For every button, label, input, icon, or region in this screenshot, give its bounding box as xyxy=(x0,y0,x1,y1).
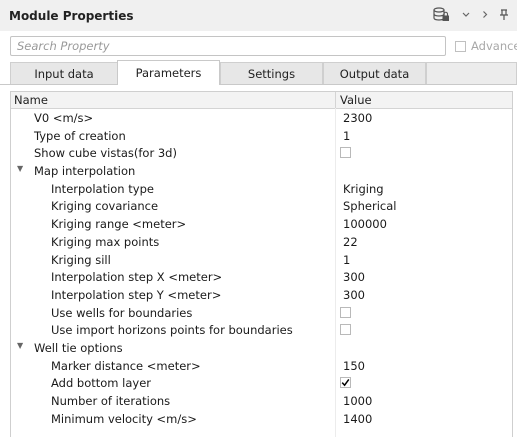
property-value[interactable]: 2300 xyxy=(343,111,372,125)
property-name: Number of iterations xyxy=(51,394,171,408)
property-rows: V0 <m/s> 2300 Type of creation 1 Show cube v… xyxy=(11,109,512,427)
property-row[interactable]: Show cube vistas(for 3d) xyxy=(11,144,512,162)
property-value[interactable]: 1 xyxy=(343,253,350,267)
property-value[interactable]: 1000 xyxy=(343,394,372,408)
property-value[interactable]: 22 xyxy=(343,235,358,249)
property-row[interactable]: Interpolation type Kriging xyxy=(11,180,512,198)
property-name: Kriging max points xyxy=(51,234,160,249)
property-name: Kriging covariance xyxy=(51,199,159,214)
property-row[interactable]: Type of creation 1 xyxy=(11,127,512,145)
property-row[interactable]: Use wells for boundaries xyxy=(11,304,512,322)
column-header-name[interactable]: Name xyxy=(14,93,48,107)
tab-label: Settings xyxy=(247,66,296,81)
column-header-value[interactable]: Value xyxy=(340,93,372,107)
property-row[interactable]: Kriging max points 22 xyxy=(11,233,512,251)
checkmark-icon xyxy=(341,379,350,387)
property-name: Minimum velocity <m/s> xyxy=(51,411,197,426)
property-name: Interpolation step Y <meter> xyxy=(51,287,222,302)
property-value[interactable]: Kriging xyxy=(343,182,384,196)
tab-label: Input data xyxy=(34,66,94,81)
property-row[interactable]: Interpolation step X <meter> 300 xyxy=(11,268,512,286)
property-name: Type of creation xyxy=(34,128,126,143)
tab-parameters[interactable]: Parameters xyxy=(117,60,220,85)
panel-titlebar: Module Properties xyxy=(0,0,517,31)
property-name: Kriging sill xyxy=(51,252,111,267)
property-name: Interpolation type xyxy=(51,181,154,196)
property-name: Show cube vistas(for 3d) xyxy=(34,146,177,161)
advanced-label: Advance xyxy=(471,39,517,53)
tab-overflow[interactable] xyxy=(426,62,517,84)
search-input[interactable] xyxy=(11,37,445,55)
property-group-row[interactable]: ▼ Map interpolation xyxy=(11,162,512,180)
property-value[interactable]: 1 xyxy=(343,129,350,143)
tab-bar: Input data Parameters Settings Output da… xyxy=(0,60,517,85)
checkbox[interactable] xyxy=(340,324,351,336)
advanced-checkbox[interactable] xyxy=(455,40,466,52)
property-value[interactable]: 1400 xyxy=(343,412,372,426)
property-name: Kriging range <meter> xyxy=(51,217,187,232)
property-name: Marker distance <meter> xyxy=(51,358,201,373)
collapse-toggle-icon[interactable]: ▼ xyxy=(17,341,23,350)
property-name: Use wells for boundaries xyxy=(51,305,193,320)
pin-icon[interactable] xyxy=(498,7,510,26)
property-row[interactable]: Kriging sill 1 xyxy=(11,251,512,269)
property-row[interactable]: Marker distance <meter> 150 xyxy=(11,357,512,375)
column-separator[interactable] xyxy=(335,92,336,108)
search-field[interactable] xyxy=(10,36,446,56)
property-value[interactable]: 300 xyxy=(343,288,365,302)
property-row[interactable]: Use import horizons points for boundarie… xyxy=(11,321,512,339)
property-value[interactable]: 300 xyxy=(343,270,365,284)
chevron-right-icon[interactable] xyxy=(480,7,490,26)
property-row[interactable]: Add bottom layer xyxy=(11,374,512,392)
advanced-toggle[interactable]: Advance xyxy=(455,38,517,54)
checked-checkbox[interactable] xyxy=(340,377,351,389)
property-name: Use import horizons points for boundarie… xyxy=(51,323,293,338)
checkbox[interactable] xyxy=(340,147,351,159)
property-row[interactable]: Interpolation step Y <meter> 300 xyxy=(11,286,512,304)
chevron-down-icon[interactable] xyxy=(461,7,471,26)
tab-output-data[interactable]: Output data xyxy=(323,62,426,84)
property-grid: Name Value V0 <m/s> 2300 Type of creation 1… xyxy=(10,91,513,437)
group-label: Map interpolation xyxy=(34,164,136,179)
property-value[interactable]: Spherical xyxy=(343,199,396,213)
database-lock-icon[interactable] xyxy=(433,7,450,26)
tab-label: Parameters xyxy=(135,66,202,80)
property-value[interactable]: 100000 xyxy=(343,217,387,231)
property-name: V0 <m/s> xyxy=(34,111,94,125)
property-row[interactable]: Number of iterations 1000 xyxy=(11,392,512,410)
collapse-toggle-icon[interactable]: ▼ xyxy=(17,164,23,173)
tab-settings[interactable]: Settings xyxy=(220,62,323,84)
property-group-row[interactable]: ▼ Well tie options xyxy=(11,339,512,357)
tab-label: Output data xyxy=(339,66,410,81)
panel-title: Module Properties xyxy=(9,9,134,23)
tab-input-data[interactable]: Input data xyxy=(10,62,118,84)
property-row[interactable]: Kriging range <meter> 100000 xyxy=(11,215,512,233)
property-row[interactable]: Kriging covariance Spherical xyxy=(11,197,512,215)
property-value[interactable]: 150 xyxy=(343,359,365,373)
property-name: Add bottom layer xyxy=(51,376,152,391)
checkbox[interactable] xyxy=(340,306,351,318)
grid-header: Name Value xyxy=(11,92,512,109)
property-row[interactable]: Minimum velocity <m/s> 1400 xyxy=(11,410,512,428)
group-label: Well tie options xyxy=(34,340,123,355)
property-name: Interpolation step X <meter> xyxy=(51,270,223,285)
property-row[interactable]: V0 <m/s> 2300 xyxy=(11,109,512,127)
